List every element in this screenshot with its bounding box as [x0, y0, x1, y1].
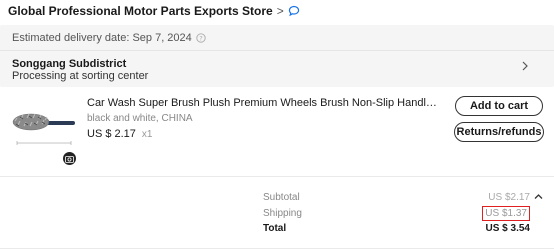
store-chevron-icon: >	[276, 4, 284, 18]
returns-refunds-button[interactable]: Returns/refunds	[454, 122, 544, 142]
product-qty: x1	[141, 129, 153, 140]
camera-icon[interactable]	[63, 152, 76, 165]
store-name[interactable]: Global Professional Motor Parts Exports …	[8, 4, 273, 18]
product-title[interactable]: Car Wash Super Brush Plush Premium Wheel…	[87, 97, 439, 109]
delivery-status: Processing at sorting center	[12, 70, 149, 82]
product-price: US $ 2.17	[87, 128, 136, 140]
shipping-value: US $1.37	[482, 206, 530, 221]
chat-icon[interactable]	[288, 5, 300, 17]
subtotal-value: US $2.17	[488, 192, 530, 203]
help-icon[interactable]: ?	[196, 33, 206, 43]
price-row: US $ 2.17 x1	[87, 128, 152, 140]
bottom-divider	[0, 248, 554, 249]
add-to-cart-button[interactable]: Add to cart	[455, 96, 543, 116]
estimated-delivery-row: Estimated delivery date: Sep 7, 2024 ?	[12, 32, 206, 44]
shipping-label: Shipping	[263, 208, 302, 219]
product-image[interactable]	[9, 99, 79, 153]
delivery-divider	[0, 50, 554, 51]
store-header[interactable]: Global Professional Motor Parts Exports …	[8, 3, 300, 19]
section-divider	[0, 176, 554, 177]
product-variant: black and white, CHINA	[87, 113, 193, 124]
svg-text:?: ?	[199, 34, 202, 42]
delivery-panel: Estimated delivery date: Sep 7, 2024 ? S…	[0, 25, 554, 87]
total-label: Total	[263, 223, 287, 234]
chevron-right-icon[interactable]	[520, 59, 530, 73]
estimated-delivery-text: Estimated delivery date: Sep 7, 2024	[12, 32, 192, 44]
chevron-up-icon[interactable]	[533, 191, 544, 202]
subtotal-label: Subtotal	[263, 192, 300, 203]
total-value: US $ 3.54	[485, 223, 530, 234]
delivery-location: Songgang Subdistrict	[12, 58, 127, 70]
